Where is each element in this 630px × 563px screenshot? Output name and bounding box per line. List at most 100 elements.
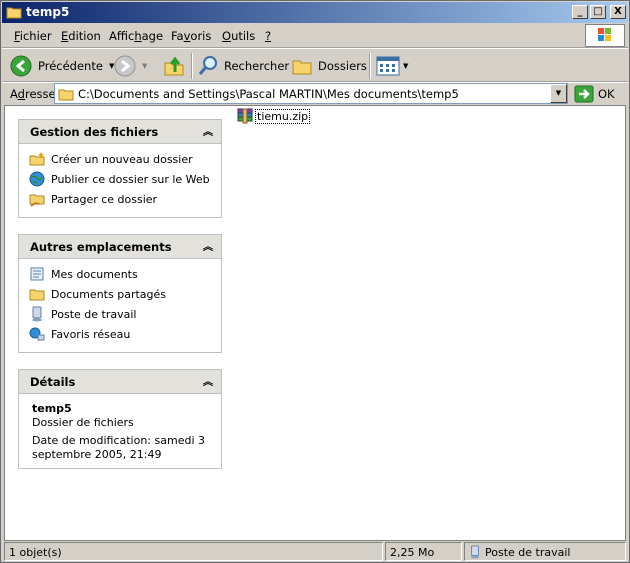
- computer-icon: [32, 306, 42, 322]
- globe-icon: [29, 171, 45, 187]
- views-icon: [376, 56, 400, 76]
- details-modified-line1: Date de modification: samedi 3: [32, 434, 205, 447]
- place-label: Poste de travail: [51, 307, 137, 321]
- folder-icon: [58, 89, 74, 101]
- folders-icon: [292, 60, 312, 75]
- menu-help[interactable]: ?: [265, 29, 271, 43]
- panel-title: Autres emplacements: [30, 240, 172, 254]
- place-my-computer[interactable]: Poste de travail: [29, 306, 136, 322]
- menu-label: utils: [231, 29, 256, 43]
- toolbar-separator: [191, 53, 193, 79]
- menu-favoris[interactable]: Favoris: [171, 29, 211, 43]
- file-tasks-panel: Gestion des fichiers ︽ Créer un nouveau …: [18, 119, 222, 218]
- title-bar[interactable]: temp5 _ □ X: [2, 2, 628, 23]
- menu-label: ichier: [19, 29, 52, 43]
- task-new-folder[interactable]: Créer un nouveau dossier: [29, 151, 193, 167]
- menu-label: dition: [68, 29, 101, 43]
- status-size: 2,25 Mo: [385, 542, 462, 561]
- place-shared-documents[interactable]: Documents partagés: [29, 286, 166, 302]
- panel-header[interactable]: Autres emplacements ︽: [19, 235, 221, 259]
- chevron-down-icon[interactable]: ▼: [142, 62, 147, 70]
- task-label: Publier ce dossier sur le Web: [51, 172, 210, 186]
- go-arrow-icon: [574, 85, 594, 102]
- toolbar: Précédente ▼ ▼ Rechercher Dossiers ▼: [2, 48, 628, 82]
- menu-accel: h: [134, 29, 142, 43]
- menu-label: Affic: [109, 29, 135, 43]
- address-label-text: resse: [24, 87, 56, 101]
- file-item[interactable]: tiemu.zip: [237, 108, 311, 124]
- forward-button[interactable]: ▼: [114, 53, 147, 79]
- explorer-window: temp5 _ □ X Fichier Edition Affichage Fa…: [0, 0, 630, 563]
- other-places-panel: Autres emplacements ︽ Mes documents Docu…: [18, 234, 222, 353]
- panel-title: Détails: [30, 375, 76, 389]
- panel-header[interactable]: Gestion des fichiers ︽: [19, 120, 221, 144]
- search-label: Rechercher: [224, 59, 290, 73]
- search-icon: [198, 56, 217, 75]
- up-folder-button[interactable]: [163, 53, 185, 79]
- place-label: Mes documents: [51, 267, 138, 281]
- place-network[interactable]: Favoris réseau: [29, 326, 130, 342]
- address-bar: Adresse C:\Documents and Settings\Pascal…: [2, 82, 628, 104]
- status-location-label: Poste de travail: [485, 546, 571, 559]
- address-value: C:\Documents and Settings\Pascal MARTIN\…: [78, 87, 459, 101]
- back-button[interactable]: Précédente ▼: [10, 53, 114, 79]
- address-field[interactable]: C:\Documents and Settings\Pascal MARTIN\…: [54, 83, 568, 104]
- views-button[interactable]: ▼: [376, 53, 408, 79]
- details-panel: Détails ︽ temp5 Dossier de fichiers Date…: [18, 369, 222, 469]
- task-publish-web[interactable]: Publier ce dossier sur le Web: [29, 171, 210, 187]
- window-title: temp5: [26, 5, 70, 19]
- folders-button[interactable]: Dossiers: [291, 53, 367, 79]
- maximize-button[interactable]: □: [590, 5, 606, 19]
- task-share-folder[interactable]: Partager ce dossier: [29, 191, 157, 207]
- windows-flag-icon: [598, 28, 611, 41]
- forward-arrow-icon: [114, 55, 136, 77]
- folder-view[interactable]: Gestion des fichiers ︽ Créer un nouveau …: [4, 105, 626, 541]
- search-button[interactable]: Rechercher: [197, 53, 289, 79]
- details-name: temp5: [32, 402, 72, 415]
- menu-label: age: [141, 29, 164, 43]
- task-label: Partager ce dossier: [51, 192, 158, 206]
- collapse-chevron-icon[interactable]: ︽: [203, 238, 213, 253]
- address-dropdown-button[interactable]: ▼: [550, 84, 567, 103]
- share-folder-icon: [29, 194, 45, 207]
- my-documents-icon: [30, 267, 44, 281]
- file-name: tiemu.zip: [255, 108, 311, 124]
- address-label-accel: d: [17, 87, 25, 101]
- menu-label: Fa: [171, 29, 184, 43]
- details-type: Dossier de fichiers: [32, 416, 134, 429]
- menu-outils[interactable]: Outils: [222, 29, 255, 43]
- collapse-chevron-icon[interactable]: ︽: [203, 123, 213, 138]
- menu-accel: O: [222, 29, 232, 43]
- back-arrow-icon: [10, 55, 32, 77]
- status-bar: 1 objet(s) 2,25 Mo Poste de travail: [2, 542, 628, 562]
- computer-icon: [470, 545, 480, 559]
- chevron-down-icon[interactable]: ▼: [403, 62, 408, 70]
- address-label-text: A: [10, 87, 18, 101]
- close-button[interactable]: X: [610, 5, 626, 19]
- network-icon: [29, 327, 45, 341]
- menu-fichier[interactable]: Fichier: [14, 29, 52, 43]
- windows-logo: [585, 24, 625, 47]
- place-label: Favoris réseau: [51, 327, 131, 341]
- panel-header[interactable]: Détails ︽: [19, 370, 221, 394]
- folders-label: Dossiers: [318, 59, 367, 73]
- collapse-chevron-icon[interactable]: ︽: [203, 373, 213, 388]
- menu-affichage[interactable]: Affichage: [109, 29, 163, 43]
- zip-archive-icon: [237, 108, 253, 124]
- place-my-documents[interactable]: Mes documents: [29, 266, 138, 282]
- details-modified-line2: septembre 2005, 21:49: [32, 448, 162, 461]
- go-button[interactable]: OK: [574, 83, 624, 104]
- status-object-count: 1 objet(s): [4, 542, 383, 561]
- menu-accel: ?: [265, 29, 272, 43]
- address-label: Adresse: [10, 87, 56, 101]
- folder-icon: [6, 7, 22, 19]
- back-label: Précédente: [38, 59, 103, 73]
- minimize-button[interactable]: _: [572, 5, 588, 19]
- go-label: OK: [598, 86, 615, 101]
- place-label: Documents partagés: [51, 287, 166, 301]
- panel-title: Gestion des fichiers: [30, 125, 159, 139]
- menu-bar: Fichier Edition Affichage Favoris Outils…: [2, 24, 628, 48]
- status-location: Poste de travail: [464, 542, 626, 561]
- menu-edition[interactable]: Edition: [61, 29, 101, 43]
- folder-icon: [29, 289, 45, 301]
